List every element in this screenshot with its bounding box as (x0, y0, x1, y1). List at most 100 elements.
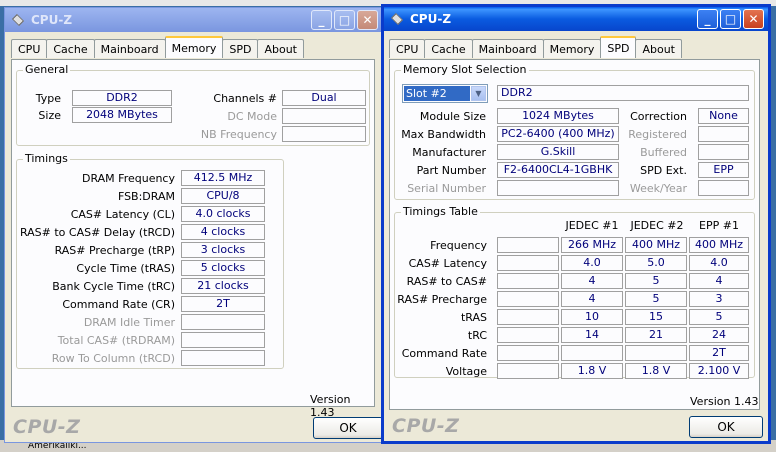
dram-idle-timer-label: DRAM Idle Timer (83, 316, 175, 329)
spd-tab-panel: Memory Slot Selection Slot #2 ▼ DDR2 Mod… (389, 59, 760, 410)
nb-frequency-value (282, 126, 366, 142)
manufacturer-label: Manufacturer (412, 146, 486, 159)
tab-cpu[interactable]: CPU (389, 39, 426, 58)
serial-number-value (497, 180, 619, 196)
bank-cycle-time-value: 21 clocks (181, 278, 265, 294)
ras-to-cas-cell-2: 5 (625, 273, 687, 289)
buffered-value (698, 144, 749, 160)
minimize-button[interactable]: _ (311, 10, 332, 30)
tab-cache[interactable]: Cache (424, 39, 473, 58)
ras-to-cas-cell-0 (497, 273, 559, 289)
tab-mainboard[interactable]: Mainboard (471, 39, 544, 58)
frequency-cell-3: 400 MHz (689, 237, 749, 253)
command-rate-cell-0 (497, 345, 559, 361)
close-icon: ✕ (748, 12, 759, 26)
tab-spd[interactable]: SPD (222, 39, 259, 58)
cpuz-app-icon (390, 14, 404, 24)
cpuz-window-spd: CPU-Z _ □ ✕ CPU Cache Mainboard Memory S… (381, 4, 771, 444)
timings-group: Timings DRAM Frequency 412.5 MHz FSB:DRA… (16, 152, 284, 369)
cpuz-brand-logo: CPU-Z (392, 415, 460, 437)
slot-select[interactable]: Slot #2 ▼ (402, 84, 488, 103)
ras-precharge-label: RAS# Precharge (397, 293, 487, 306)
manufacturer-value: G.Skill (497, 144, 619, 160)
tab-about[interactable]: About (635, 39, 682, 58)
frequency-cell-1: 266 MHz (561, 237, 623, 253)
dc-mode-label: DC Mode (227, 110, 277, 123)
dram-frequency-value: 412.5 MHz (181, 170, 265, 186)
cas-latency-cell-2: 5.0 (625, 255, 687, 271)
command-rate-value: 2T (181, 296, 265, 312)
maximize-button[interactable]: □ (720, 9, 741, 29)
dc-mode-value (282, 108, 366, 124)
trc-cell-0 (497, 327, 559, 343)
voltage-cell-1: 1.8 V (561, 363, 623, 379)
window-title: CPU-Z (31, 13, 73, 27)
command-rate-label: Command Rate (CR) (62, 298, 175, 311)
command-rate-cell-1 (561, 345, 623, 361)
tab-cpu[interactable]: CPU (11, 39, 48, 58)
command-rate-cell-2 (625, 345, 687, 361)
tab-memory[interactable]: Memory (542, 39, 602, 58)
tras-cell-2: 15 (625, 309, 687, 325)
trc-cell-2: 21 (625, 327, 687, 343)
size-label: Size (38, 109, 61, 122)
ras-precharge-cell-2: 5 (625, 291, 687, 307)
tab-spd[interactable]: SPD (600, 36, 637, 58)
title-bar[interactable]: CPU-Z _ □ ✕ (5, 8, 382, 32)
module-size-label: Module Size (419, 110, 486, 123)
ok-button[interactable]: OK (689, 416, 763, 438)
version-label: Version 1.43 (310, 393, 351, 419)
ras-precharge-cell-3: 3 (689, 291, 749, 307)
part-number-label: Part Number (416, 164, 486, 177)
minimize-icon: _ (704, 12, 711, 26)
column-header-epp1: EPP #1 (699, 219, 739, 232)
memory-type-value: DDR2 (497, 85, 749, 101)
ras-to-cas-value: 4 clocks (181, 224, 265, 240)
column-header-jedec1: JEDEC #1 (565, 219, 619, 232)
spd-ext-label: SPD Ext. (640, 164, 687, 177)
dram-idle-timer-value (181, 314, 265, 330)
ras-to-cas-cell-1: 4 (561, 273, 623, 289)
frequency-label: Frequency (430, 239, 487, 252)
chevron-down-icon[interactable]: ▼ (471, 86, 486, 101)
cas-latency-value: 4.0 clocks (181, 206, 265, 222)
ras-to-cas-label: RAS# to CAS# Delay (tRCD) (19, 226, 175, 239)
tab-memory[interactable]: Memory (164, 36, 224, 58)
title-bar[interactable]: CPU-Z _ □ ✕ (384, 7, 768, 31)
column-header-jedec2: JEDEC #2 (630, 219, 684, 232)
week-year-label: Week/Year (629, 182, 687, 195)
tab-about[interactable]: About (257, 39, 304, 58)
cas-latency-label: CAS# Latency (CL) (70, 208, 175, 221)
maximize-button[interactable]: □ (334, 10, 355, 30)
total-cas-label: Total CAS# (tRDRAM) (57, 334, 175, 347)
tras-cell-0 (497, 309, 559, 325)
correction-value: None (698, 108, 749, 124)
cas-latency-cell-1: 4.0 (561, 255, 623, 271)
ras-precharge-cell-1: 4 (561, 291, 623, 307)
ok-button[interactable]: OK (313, 417, 383, 439)
tras-label: tRAS (460, 311, 487, 324)
cycle-time-value: 5 clocks (181, 260, 265, 276)
type-label: Type (35, 92, 61, 105)
buffered-label: Buffered (640, 146, 687, 159)
correction-label: Correction (630, 110, 687, 123)
cas-latency-cell-3: 4.0 (689, 255, 749, 271)
timings-group-title: Timings (23, 152, 70, 165)
tras-cell-3: 5 (689, 309, 749, 325)
total-cas-value (181, 332, 265, 348)
frequency-cell-0 (497, 237, 559, 253)
close-button[interactable]: ✕ (357, 10, 378, 30)
tab-mainboard[interactable]: Mainboard (93, 39, 166, 58)
bank-cycle-time-label: Bank Cycle Time (tRC) (52, 280, 175, 293)
timings-table-group: Timings Table JEDEC #1 JEDEC #2 EPP #1 F… (394, 205, 755, 379)
spd-ext-value: EPP (698, 162, 749, 178)
frequency-cell-2: 400 MHz (625, 237, 687, 253)
voltage-label: Voltage (445, 365, 487, 378)
fsb-dram-value: CPU/8 (181, 188, 265, 204)
minimize-button[interactable]: _ (697, 9, 718, 29)
trc-label: tRC (467, 329, 487, 342)
close-button[interactable]: ✕ (743, 9, 764, 29)
tab-cache[interactable]: Cache (46, 39, 95, 58)
registered-value (698, 126, 749, 142)
window-title: CPU-Z (410, 12, 452, 26)
